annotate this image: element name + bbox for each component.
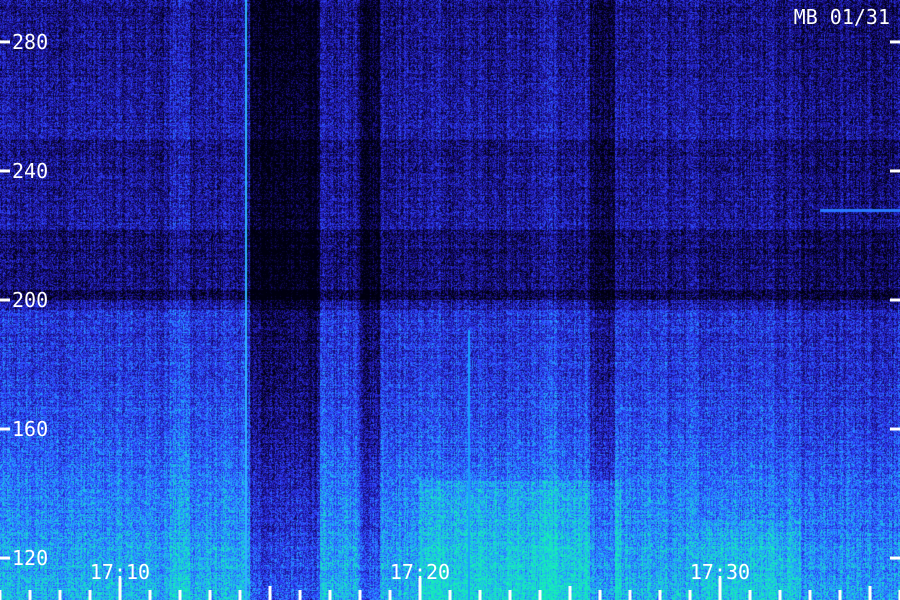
y-tick-label-160: 160 <box>12 417 48 441</box>
y-tick-label-200: 200 <box>12 288 48 312</box>
y-tick-label-240: 240 <box>12 159 48 183</box>
y-axis: 280 240 200 160 120 <box>0 30 900 570</box>
x-tick-label-17:30: 17:30 <box>690 560 750 584</box>
y-tick-label-120: 120 <box>12 546 48 570</box>
x-tick-label-17:20: 17:20 <box>390 560 450 584</box>
chart-title: MB 01/31 <box>794 5 890 29</box>
x-axis: 17:10 17:20 17:30 <box>0 560 900 600</box>
spectrogram-overlay: 280 240 200 160 120 17:10 17:20 17:30 MB 01/31 <box>0 5 900 600</box>
x-tick-label-17:10: 17:10 <box>90 560 150 584</box>
y-tick-label-280: 280 <box>12 30 48 54</box>
